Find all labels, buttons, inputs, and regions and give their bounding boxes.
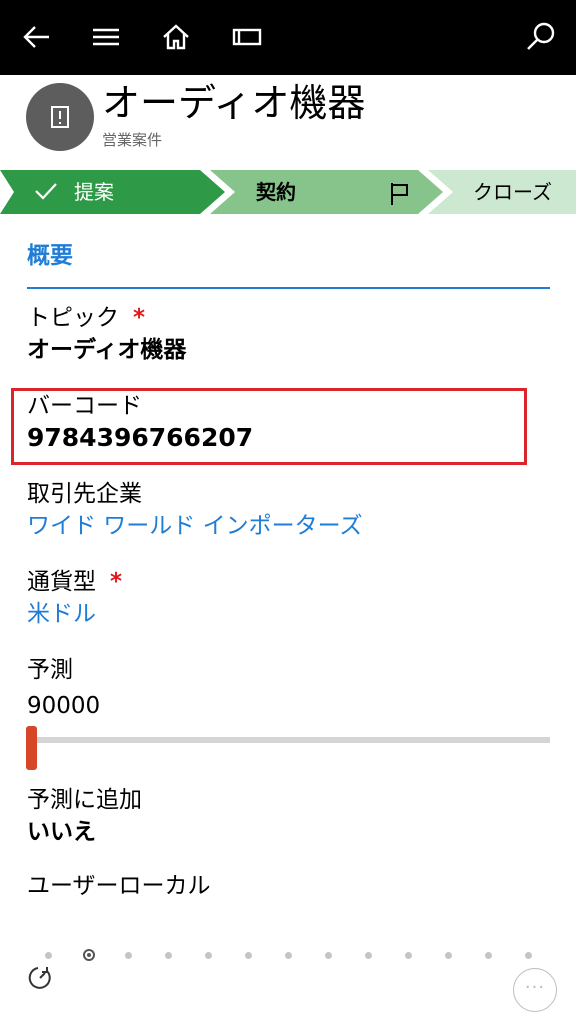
field-account: 取引先企業 ワイド ワールド インポーターズ bbox=[27, 478, 362, 542]
field-barcode[interactable]: バーコード 9784396766207 bbox=[27, 390, 253, 454]
currency-link[interactable]: 米ドル bbox=[27, 598, 122, 630]
page-dot[interactable] bbox=[325, 952, 332, 959]
process-bar: 提案 契約 クローズ bbox=[0, 170, 576, 214]
checkmark-icon bbox=[34, 172, 58, 216]
page-dot[interactable] bbox=[245, 952, 252, 959]
page-dot[interactable] bbox=[125, 952, 132, 959]
field-forecast-add[interactable]: 予測に追加 いいえ bbox=[27, 784, 142, 848]
section-divider bbox=[27, 287, 550, 289]
page-dot[interactable] bbox=[525, 952, 532, 959]
home-icon[interactable] bbox=[153, 14, 199, 60]
field-user-local[interactable]: ユーザーローカル bbox=[27, 870, 211, 902]
record-title: オーディオ機器 bbox=[102, 81, 366, 125]
tablet-view-icon[interactable] bbox=[224, 14, 270, 60]
page-dot[interactable] bbox=[365, 952, 372, 959]
stage-close-label: クローズ bbox=[473, 180, 552, 204]
stage-propose[interactable]: 提案 bbox=[34, 170, 114, 214]
page-dot[interactable] bbox=[205, 952, 212, 959]
stage-close[interactable]: クローズ bbox=[473, 170, 552, 214]
forecast-label: 予測 bbox=[27, 657, 73, 683]
forecast-add-value: いいえ bbox=[27, 819, 96, 845]
page-dot[interactable] bbox=[165, 952, 172, 959]
stage-contract[interactable]: 契約 bbox=[256, 170, 296, 214]
page-dot[interactable] bbox=[445, 952, 452, 959]
required-marker: * bbox=[133, 305, 146, 331]
topic-label: トピック bbox=[27, 305, 119, 331]
topic-value: オーディオ機器 bbox=[27, 337, 187, 363]
record-header: オーディオ機器 営業案件 bbox=[0, 75, 576, 167]
stage-propose-label: 提案 bbox=[74, 180, 114, 204]
required-marker: * bbox=[110, 569, 123, 595]
user-local-label: ユーザーローカル bbox=[27, 873, 211, 899]
opportunity-icon bbox=[26, 83, 94, 151]
search-icon[interactable] bbox=[518, 14, 564, 60]
page-indicator bbox=[0, 948, 576, 964]
barcode-value: 9784396766207 bbox=[27, 423, 254, 452]
field-currency: 通貨型 * 米ドル bbox=[27, 566, 122, 630]
page-dot[interactable] bbox=[45, 952, 52, 959]
record-type: 営業案件 bbox=[102, 131, 163, 149]
back-arrow-icon[interactable] bbox=[14, 14, 60, 60]
page-dot-active[interactable] bbox=[82, 949, 95, 961]
more-options-button[interactable]: ··· bbox=[513, 968, 557, 1012]
hamburger-menu-icon[interactable] bbox=[83, 14, 129, 60]
forecast-add-label: 予測に追加 bbox=[27, 787, 142, 813]
barcode-label: バーコード bbox=[27, 393, 142, 419]
forecast-slider-track[interactable] bbox=[27, 737, 550, 743]
account-label: 取引先企業 bbox=[27, 481, 142, 507]
page-dot[interactable] bbox=[405, 952, 412, 959]
page-dot[interactable] bbox=[485, 952, 492, 959]
flag-icon bbox=[388, 170, 412, 214]
currency-label: 通貨型 bbox=[27, 569, 96, 595]
section-title: 概要 bbox=[27, 243, 73, 269]
page-dot[interactable] bbox=[285, 952, 292, 959]
forecast-value: 90000 bbox=[27, 693, 101, 719]
account-link[interactable]: ワイド ワールド インポーターズ bbox=[27, 510, 362, 542]
top-toolbar bbox=[0, 0, 576, 75]
timer-icon[interactable] bbox=[26, 964, 54, 992]
field-forecast: 予測 90000 bbox=[27, 654, 100, 722]
field-topic[interactable]: トピック * オーディオ機器 bbox=[27, 302, 186, 366]
stage-contract-label: 契約 bbox=[256, 180, 296, 204]
forecast-slider-thumb[interactable] bbox=[26, 726, 37, 770]
